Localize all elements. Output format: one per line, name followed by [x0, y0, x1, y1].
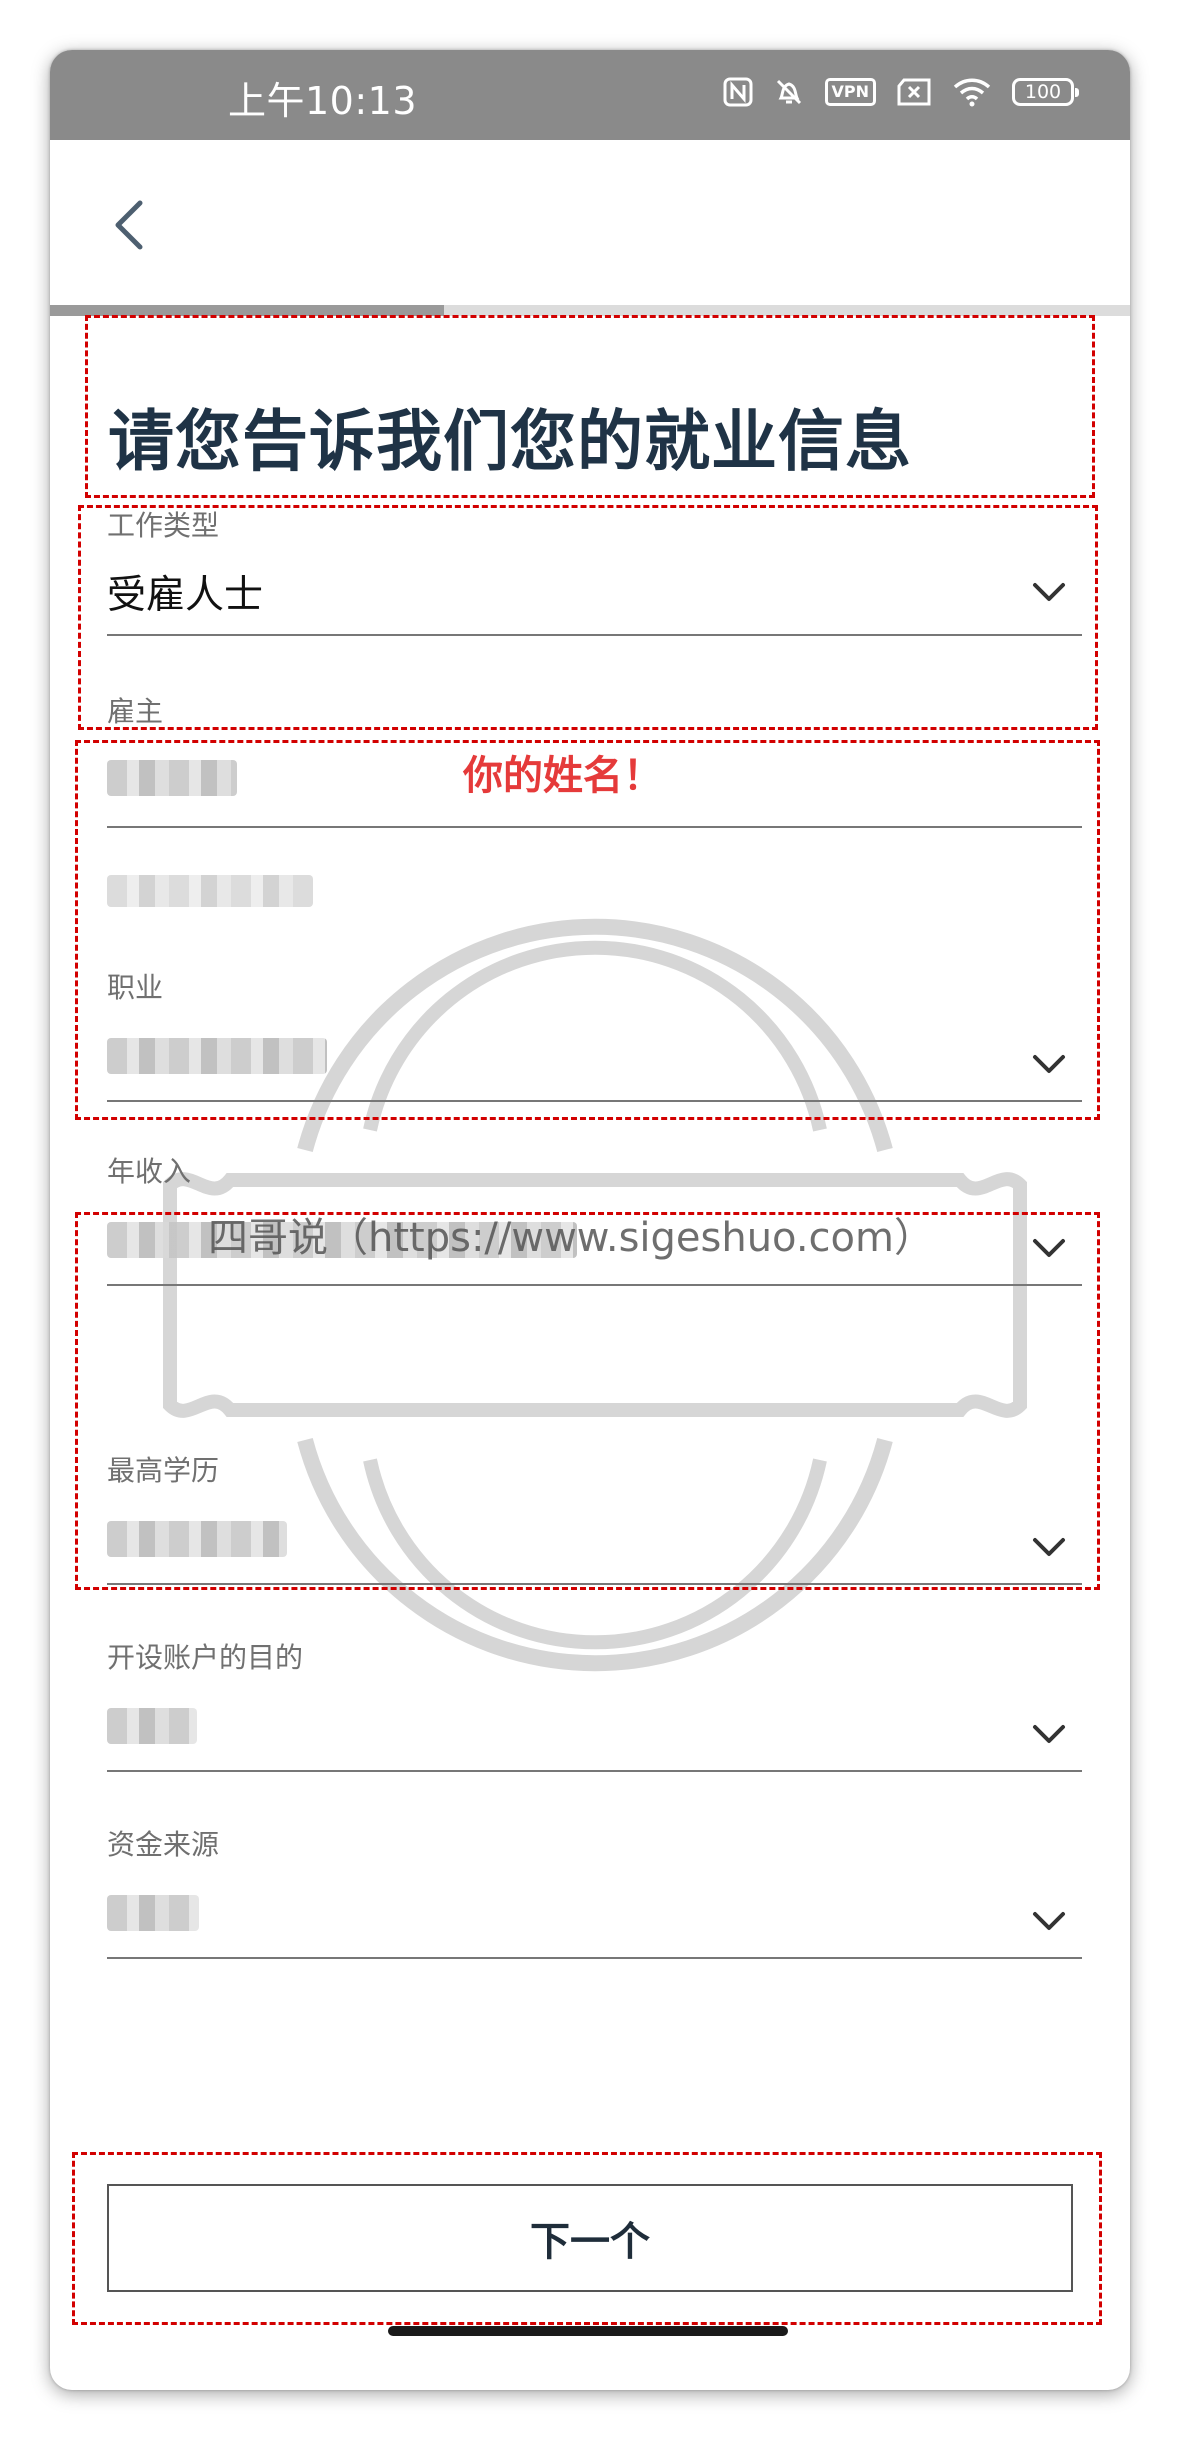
chevron-down-icon	[1033, 1239, 1065, 1257]
chevron-down-icon	[1033, 1538, 1065, 1556]
annual-income-underline	[107, 1284, 1082, 1286]
education-underline	[107, 1583, 1082, 1585]
education-value-redacted	[107, 1521, 287, 1557]
annual-income-label: 年收入	[107, 1155, 192, 1188]
employer-english-redacted	[107, 875, 313, 907]
home-indicator[interactable]	[388, 2326, 788, 2336]
nfc-icon	[723, 77, 752, 107]
account-purpose-label: 开设账户的目的	[107, 1641, 304, 1674]
occupation-label: 职业	[107, 971, 164, 1004]
employer-value-redacted	[107, 760, 237, 796]
back-button[interactable]	[102, 185, 158, 265]
status-icons: VPN 100	[723, 76, 1079, 108]
chevron-down-icon	[1033, 1912, 1065, 1930]
chevron-down-icon	[1033, 583, 1065, 601]
education-label: 最高学历	[107, 1454, 220, 1487]
next-button[interactable]: 下一个	[107, 2184, 1073, 2292]
account-purpose-underline	[107, 1770, 1082, 1772]
chevron-down-icon	[1033, 1725, 1065, 1743]
occupation-field[interactable]: 职业	[107, 966, 1092, 1102]
account-purpose-field[interactable]: 开设账户的目的	[107, 1636, 1092, 1772]
annotation-box-work-type	[85, 315, 1095, 498]
status-bar: 上午10:13 VPN 100	[50, 50, 1130, 140]
status-time: 上午10:13	[228, 79, 418, 123]
annotation-note: 你的姓名！	[463, 753, 663, 799]
education-field[interactable]: 最高学历	[107, 1449, 1092, 1585]
occupation-underline	[107, 1100, 1082, 1102]
work-type-underline	[107, 634, 1082, 636]
phone-screen: 上午10:13 VPN 100 请您告诉我们您的就业信息 工作类型 受雇人士 雇…	[50, 50, 1130, 2390]
source-of-funds-field[interactable]: 资金来源	[107, 1823, 1092, 1959]
occupation-value-redacted	[107, 1038, 327, 1074]
source-of-funds-underline	[107, 1957, 1082, 1959]
chevron-left-icon	[115, 200, 143, 250]
chevron-down-icon	[1033, 1055, 1065, 1073]
work-type-label: 工作类型	[107, 509, 220, 542]
vpn-icon: VPN	[824, 78, 876, 106]
screenshot-stage: 上午10:13 VPN 100 请您告诉我们您的就业信息 工作类型 受雇人士 雇…	[0, 0, 1180, 2440]
mute-icon	[776, 79, 801, 105]
wifi-icon	[953, 78, 991, 107]
work-type-field[interactable]: 工作类型 受雇人士	[107, 504, 1092, 636]
work-type-value: 受雇人士	[107, 573, 264, 618]
source-of-funds-value-redacted	[107, 1895, 199, 1931]
source-of-funds-label: 资金来源	[107, 1828, 220, 1861]
sim-icon	[897, 78, 931, 106]
employer-label: 雇主	[107, 695, 164, 728]
account-purpose-value-redacted	[107, 1708, 197, 1744]
battery-icon: 100	[1012, 78, 1079, 106]
watermark-text: 四哥说（https://www.sigeshuo.com）	[208, 1215, 934, 1261]
employer-underline	[107, 826, 1082, 828]
